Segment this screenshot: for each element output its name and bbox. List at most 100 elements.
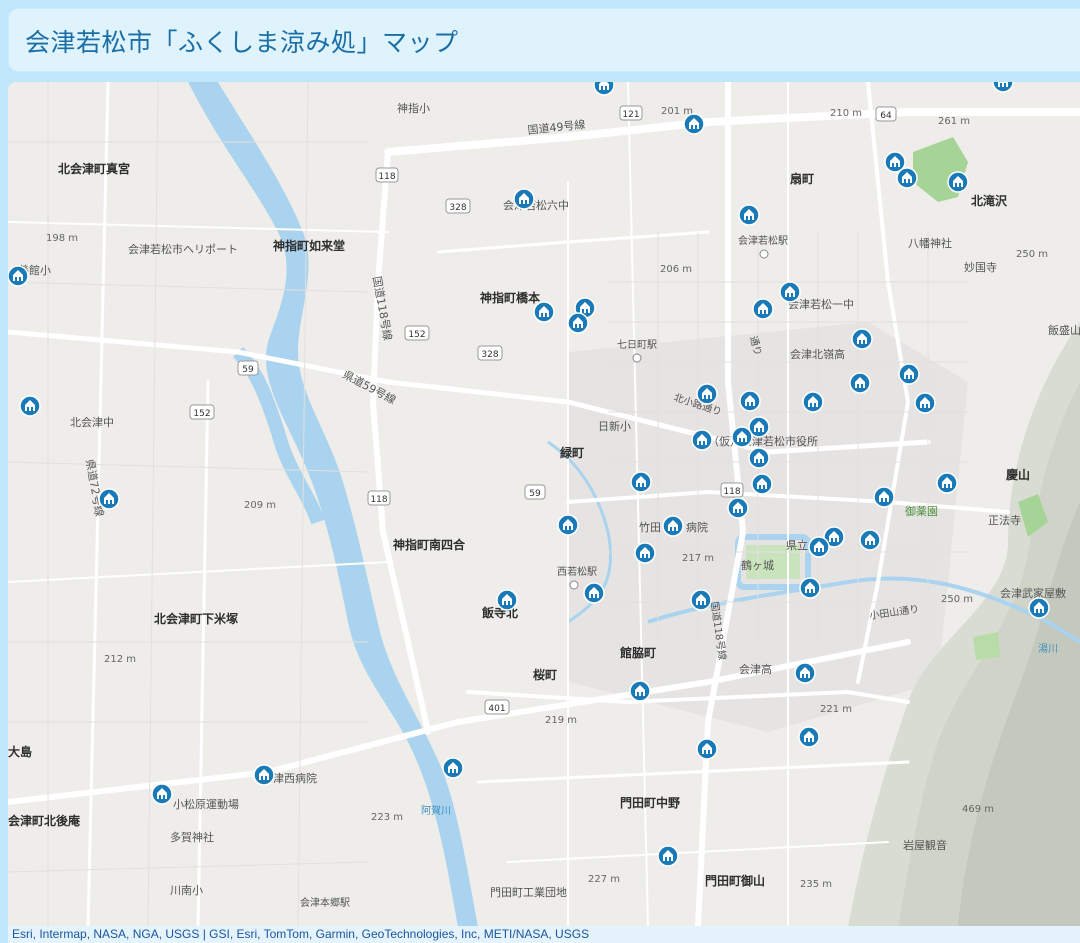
cooling-shelter-marker-icon[interactable] xyxy=(739,390,761,412)
cooling-shelter-marker-icon[interactable] xyxy=(859,529,881,551)
cooling-shelter-marker-icon[interactable] xyxy=(731,426,753,448)
place-label: 病院 xyxy=(686,520,708,534)
place-label: 八幡神社 xyxy=(908,236,952,250)
place-label: 北会津中 xyxy=(70,416,114,429)
svg-text:118: 118 xyxy=(723,487,740,497)
cooling-shelter-marker-icon[interactable] xyxy=(936,472,958,494)
cooling-shelter-marker-icon[interactable] xyxy=(657,845,679,867)
cooling-shelter-marker-icon[interactable] xyxy=(751,473,773,495)
cooling-shelter-marker-icon[interactable] xyxy=(629,680,651,702)
place-label: 岩屋観音 xyxy=(903,838,947,852)
place-label: 津西病院 xyxy=(273,771,317,785)
cooling-shelter-marker-icon[interactable] xyxy=(738,204,760,226)
place-label: 飯盛山 xyxy=(1048,323,1080,337)
cooling-shelter-marker-icon[interactable] xyxy=(696,383,718,405)
place-label: 緑町 xyxy=(560,445,584,460)
route-shield-59: 59 xyxy=(237,360,259,376)
place-label: 門田町工業団地 xyxy=(490,886,567,899)
place-label: 神指町如来堂 xyxy=(273,238,345,253)
cooling-shelter-marker-icon[interactable] xyxy=(691,429,713,451)
cooling-shelter-marker-icon[interactable] xyxy=(896,167,918,189)
route-shield-118: 118 xyxy=(367,490,391,506)
svg-text:261 m: 261 m xyxy=(938,116,970,127)
svg-text:210 m: 210 m xyxy=(830,108,862,119)
cooling-shelter-marker-icon[interactable] xyxy=(19,395,41,417)
place-label: 鶴ヶ城 xyxy=(741,558,774,572)
cooling-shelter-marker-icon[interactable] xyxy=(496,589,518,611)
route-shield-152: 152 xyxy=(404,325,430,341)
map-attribution: Esri, Intermap, NASA, NGA, USGS | GSI, E… xyxy=(8,926,1080,943)
svg-text:198 m: 198 m xyxy=(46,233,78,244)
route-shield-152: 152 xyxy=(189,404,215,420)
cooling-shelter-marker-icon[interactable] xyxy=(898,363,920,385)
route-shield-64: 64 xyxy=(875,106,897,122)
cooling-shelter-marker-icon[interactable] xyxy=(634,542,656,564)
place-label: 県立 xyxy=(786,538,808,552)
cooling-shelter-marker-icon[interactable] xyxy=(802,391,824,413)
svg-text:221 m: 221 m xyxy=(820,704,852,715)
cooling-shelter-marker-icon[interactable] xyxy=(533,301,555,323)
place-label: 門田町御山 xyxy=(705,873,765,888)
cooling-shelter-marker-icon[interactable] xyxy=(442,757,464,779)
cooling-shelter-marker-icon[interactable] xyxy=(630,471,652,493)
svg-text:250 m: 250 m xyxy=(1016,249,1048,260)
place-label: 日新小 xyxy=(598,419,631,433)
cooling-shelter-marker-icon[interactable] xyxy=(683,113,705,135)
cooling-shelter-marker-icon[interactable] xyxy=(727,497,749,519)
park-label: 御薬園 xyxy=(905,504,938,518)
svg-text:227 m: 227 m xyxy=(588,874,620,885)
svg-text:152: 152 xyxy=(408,330,425,340)
cooling-shelter-marker-icon[interactable] xyxy=(849,372,871,394)
svg-text:59: 59 xyxy=(242,365,254,375)
cooling-shelter-marker-icon[interactable] xyxy=(798,726,820,748)
svg-text:401: 401 xyxy=(488,704,505,714)
cooling-shelter-marker-icon[interactable] xyxy=(583,582,605,604)
cooling-shelter-marker-icon[interactable] xyxy=(808,536,830,558)
svg-text:118: 118 xyxy=(378,172,395,182)
svg-text:209 m: 209 m xyxy=(244,500,276,511)
title-bar: 会津若松市「ふくしま涼み処」マップ xyxy=(8,8,1080,72)
cooling-shelter-marker-icon[interactable] xyxy=(752,298,774,320)
route-shield-121: 121 xyxy=(619,105,643,121)
cooling-shelter-marker-icon[interactable] xyxy=(947,171,969,193)
place-label: 会津北嶺高 xyxy=(790,347,845,361)
place-label: 多賀神社 xyxy=(170,830,214,844)
cooling-shelter-marker-icon[interactable] xyxy=(873,486,895,508)
cooling-shelter-marker-icon[interactable] xyxy=(696,738,718,760)
cooling-shelter-marker-icon[interactable] xyxy=(253,764,275,786)
cooling-shelter-marker-icon[interactable] xyxy=(690,589,712,611)
station-label: 西若松駅 xyxy=(557,565,597,578)
cooling-shelter-marker-icon[interactable] xyxy=(98,488,120,510)
svg-text:219 m: 219 m xyxy=(545,715,577,726)
cooling-shelter-marker-icon[interactable] xyxy=(8,265,29,287)
cooling-shelter-marker-icon[interactable] xyxy=(748,447,770,469)
route-shield-401: 401 xyxy=(484,699,510,715)
cooling-shelter-marker-icon[interactable] xyxy=(662,515,684,537)
place-label: 会津若松市ヘリポート xyxy=(128,242,238,256)
cooling-shelter-marker-icon[interactable] xyxy=(779,281,801,303)
cooling-shelter-marker-icon[interactable] xyxy=(1028,597,1050,619)
cooling-shelter-marker-icon[interactable] xyxy=(799,577,821,599)
station-label: 会津本郷駅 xyxy=(300,896,350,909)
svg-text:217 m: 217 m xyxy=(682,553,714,564)
basemap[interactable]: 121 64 118 328 152 328 59 152 59 118 118… xyxy=(8,82,1080,927)
place-label: 会津武家屋敷 xyxy=(1000,586,1066,600)
place-label: 会津若松六中 xyxy=(503,198,569,212)
cooling-shelter-marker-icon[interactable] xyxy=(567,312,589,334)
map-view[interactable]: 121 64 118 328 152 328 59 152 59 118 118… xyxy=(8,82,1080,927)
cooling-shelter-marker-icon[interactable] xyxy=(557,514,579,536)
cooling-shelter-marker-icon[interactable] xyxy=(794,662,816,684)
cooling-shelter-marker-icon[interactable] xyxy=(151,783,173,805)
cooling-shelter-marker-icon[interactable] xyxy=(851,328,873,350)
cooling-shelter-marker-icon[interactable] xyxy=(593,82,615,96)
place-label: 北滝沢 xyxy=(971,193,1008,208)
svg-text:118: 118 xyxy=(370,495,387,505)
svg-text:59: 59 xyxy=(529,489,541,499)
cooling-shelter-marker-icon[interactable] xyxy=(513,188,535,210)
place-label: 川南小 xyxy=(170,884,203,897)
cooling-shelter-marker-icon[interactable] xyxy=(914,392,936,414)
route-shield-118: 118 xyxy=(375,167,399,183)
svg-text:250 m: 250 m xyxy=(941,594,973,605)
svg-text:206 m: 206 m xyxy=(660,264,692,275)
place-label: 妙国寺 xyxy=(964,260,997,274)
